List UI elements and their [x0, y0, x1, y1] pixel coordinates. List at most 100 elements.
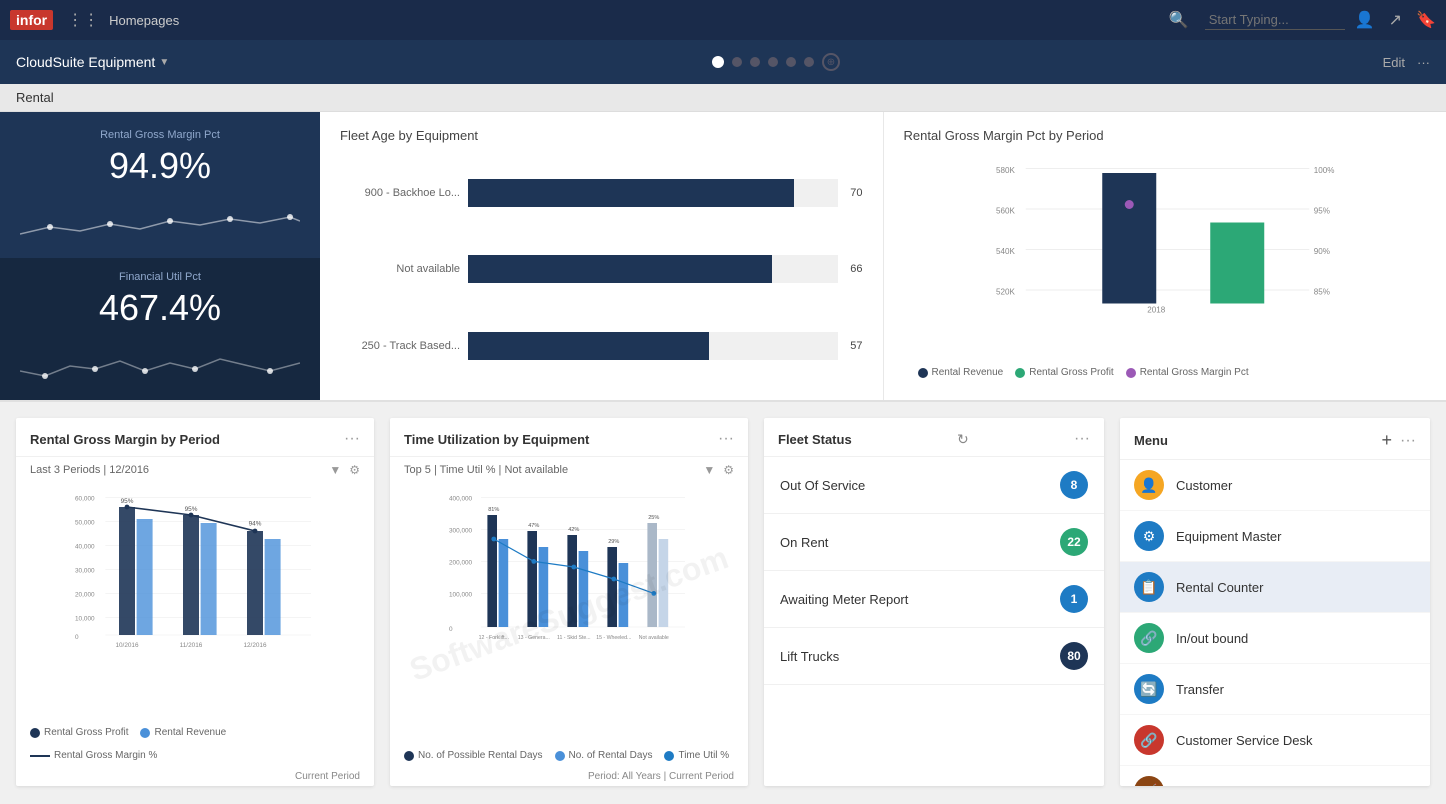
- user-icon[interactable]: 👤: [1355, 10, 1375, 30]
- svg-text:580K: 580K: [996, 166, 1015, 175]
- customer-service-desk-icon: 🔗: [1134, 725, 1164, 755]
- time-chart-svg: 400,000 300,000 200,000 100,000 0 81%: [404, 491, 734, 651]
- menu-item-customer[interactable]: 👤 Customer: [1120, 460, 1430, 511]
- menu-label-customer: Customer: [1176, 478, 1232, 493]
- svg-text:42%: 42%: [568, 527, 579, 533]
- menu-item-mco-quick-entry[interactable]: 🛒 MCO Quick Entry: [1120, 766, 1430, 786]
- fleet-label-awaiting-meter: Awaiting Meter Report: [780, 592, 908, 607]
- kpi-rental-value: 94.9%: [20, 145, 300, 187]
- svg-text:2018: 2018: [1147, 306, 1165, 315]
- fleet-label-out-of-service: Out Of Service: [780, 478, 865, 493]
- homepages-link[interactable]: Homepages: [109, 13, 179, 28]
- menu-item-inout-bound[interactable]: 🔗 In/out bound: [1120, 613, 1430, 664]
- fleet-item-lift-trucks[interactable]: Lift Trucks 80: [764, 628, 1104, 685]
- svg-text:29%: 29%: [608, 539, 619, 545]
- menu-card-header: Menu + ···: [1120, 418, 1430, 460]
- inout-bound-icon: 🔗: [1134, 623, 1164, 653]
- search-input[interactable]: [1205, 10, 1345, 30]
- time-settings-icon[interactable]: ⚙: [723, 463, 734, 477]
- page-dot-add[interactable]: ⊕: [822, 53, 840, 71]
- gross-margin-svg: 580K 560K 540K 520K 100% 95% 90% 85%: [904, 155, 1427, 335]
- fleet-refresh-icon[interactable]: ↻: [957, 431, 969, 448]
- legend-rental-gross-margin-pct: Rental Gross Margin Pct: [1126, 367, 1249, 378]
- rental-legend: Rental Gross Profit Rental Revenue Renta…: [16, 721, 374, 767]
- share-icon[interactable]: ↗: [1389, 10, 1402, 30]
- rental-counter-icon: 📋: [1134, 572, 1164, 602]
- legend-possible-days: No. of Possible Rental Days: [404, 750, 543, 761]
- rental-card-subheader: Last 3 Periods | 12/2016 ▼ ⚙: [16, 457, 374, 483]
- infor-logo: infor: [10, 10, 53, 30]
- menu-label-mco-quick-entry: MCO Quick Entry: [1176, 784, 1277, 787]
- edit-button[interactable]: Edit: [1383, 55, 1405, 70]
- rental-card-menu[interactable]: ···: [344, 430, 360, 448]
- rental-chart-svg: 60,000 50,000 40,000 30,000 20,000 10,00…: [30, 491, 360, 651]
- page-dot-2[interactable]: [732, 57, 742, 67]
- svg-text:85%: 85%: [1313, 288, 1329, 297]
- bookmark-icon[interactable]: 🔖: [1416, 10, 1436, 30]
- svg-text:13 - Genera...: 13 - Genera...: [518, 635, 550, 641]
- search-icon[interactable]: 🔍: [1169, 10, 1189, 30]
- section-title: Rental: [16, 90, 54, 105]
- menu-card: Menu + ··· 👤 Customer ⚙ Equipment Master…: [1120, 418, 1430, 786]
- legend-rgp: Rental Gross Profit: [30, 727, 128, 738]
- current-period-label: Current Period: [16, 767, 374, 786]
- svg-text:12/2016: 12/2016: [243, 642, 267, 649]
- bar-row-2: Not available 66: [340, 255, 863, 283]
- menu-card-menu[interactable]: ···: [1400, 432, 1416, 450]
- app-title[interactable]: CloudSuite Equipment ▼: [16, 54, 169, 70]
- more-icon[interactable]: ···: [1417, 55, 1430, 70]
- time-card-menu[interactable]: ···: [718, 430, 734, 448]
- svg-text:10,000: 10,000: [75, 616, 95, 623]
- svg-text:81%: 81%: [488, 507, 499, 513]
- menu-item-rental-counter[interactable]: 📋 Rental Counter: [1120, 562, 1430, 613]
- mco-quick-entry-icon: 🛒: [1134, 776, 1164, 786]
- time-period-label: Period: All Years | Current Period: [390, 767, 748, 786]
- fleet-badge-on-rent: 22: [1060, 528, 1088, 556]
- kpi-sparkline-1: [20, 199, 300, 249]
- page-dot-5[interactable]: [786, 57, 796, 67]
- fleet-item-out-of-service[interactable]: Out Of Service 8: [764, 457, 1104, 514]
- svg-text:560K: 560K: [996, 207, 1015, 216]
- kpi-sparkline-2: [20, 341, 300, 391]
- menu-add-icon[interactable]: +: [1382, 430, 1393, 451]
- menu-label-equipment-master: Equipment Master: [1176, 529, 1282, 544]
- section-header: Rental: [0, 84, 1446, 112]
- customer-icon: 👤: [1134, 470, 1164, 500]
- time-card-header: Time Utilization by Equipment ···: [390, 418, 748, 457]
- nav-right: Edit ···: [1383, 55, 1430, 70]
- bar-fill-3: [468, 332, 709, 360]
- svg-text:30,000: 30,000: [75, 568, 95, 575]
- time-chart-container: SoftwareSuggest.com 400,000 300,000 200,…: [390, 483, 748, 744]
- gross-margin-legend: Rental Revenue Rental Gross Profit Renta…: [904, 361, 1427, 384]
- rental-subtitle: Last 3 Periods | 12/2016: [30, 464, 149, 476]
- fleet-card-menu[interactable]: ···: [1074, 430, 1090, 448]
- bar-row-3: 250 - Track Based... 57: [340, 332, 863, 360]
- filter-icon[interactable]: ▼: [329, 463, 341, 477]
- bar-track-1: [468, 179, 838, 207]
- gross-margin-chart-area: 580K 560K 540K 520K 100% 95% 90% 85%: [904, 155, 1427, 361]
- svg-text:200,000: 200,000: [449, 560, 473, 567]
- page-dot-3[interactable]: [750, 57, 760, 67]
- time-filter-icon[interactable]: ▼: [703, 463, 715, 477]
- menu-item-equipment-master[interactable]: ⚙ Equipment Master: [1120, 511, 1430, 562]
- menu-item-customer-service-desk[interactable]: 🔗 Customer Service Desk: [1120, 715, 1430, 766]
- svg-text:10/2016: 10/2016: [115, 642, 139, 649]
- page-dot-6[interactable]: [804, 57, 814, 67]
- rental-card-title: Rental Gross Margin by Period: [30, 432, 220, 447]
- time-utilization-card: Time Utilization by Equipment ··· Top 5 …: [390, 418, 748, 786]
- page-dot-4[interactable]: [768, 57, 778, 67]
- legend-rr: Rental Revenue: [140, 727, 226, 738]
- kpi-financial-label: Financial Util Pct: [20, 271, 300, 283]
- bar-label-3: 250 - Track Based...: [340, 340, 460, 352]
- bar-num-2: 66: [850, 263, 862, 275]
- fleet-item-on-rent[interactable]: On Rent 22: [764, 514, 1104, 571]
- grid-icon[interactable]: ⋮⋮: [67, 10, 99, 30]
- menu-item-transfer[interactable]: 🔄 Transfer: [1120, 664, 1430, 715]
- settings-icon[interactable]: ⚙: [349, 463, 360, 477]
- menu-label-customer-service-desk: Customer Service Desk: [1176, 733, 1313, 748]
- kpi-panel: Rental Gross Margin Pct 94.9% Financial …: [0, 112, 320, 400]
- menu-card-title: Menu: [1134, 433, 1168, 448]
- page-dot-1[interactable]: [712, 56, 724, 68]
- fleet-item-awaiting-meter[interactable]: Awaiting Meter Report 1: [764, 571, 1104, 628]
- time-card-subheader: Top 5 | Time Util % | Not available ▼ ⚙: [390, 457, 748, 483]
